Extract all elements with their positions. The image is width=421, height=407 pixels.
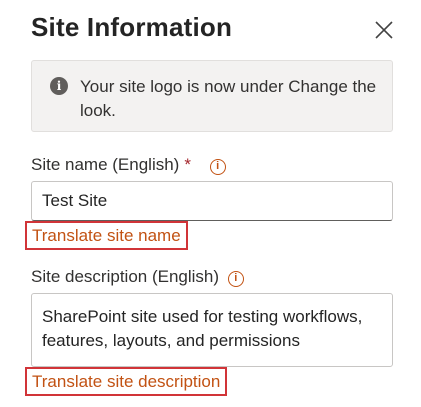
site-name-label: Site name (English) * i (31, 155, 226, 175)
close-button[interactable] (373, 19, 395, 41)
info-banner: i Your site logo is now under Change the… (31, 60, 393, 132)
site-description-label-text: Site description (English) (31, 267, 220, 286)
site-description-input[interactable]: SharePoint site used for testing workflo… (31, 293, 393, 367)
info-circle-icon[interactable]: i (227, 271, 244, 287)
translate-site-name-link[interactable]: Translate site name (25, 221, 188, 250)
required-indicator: * (184, 155, 191, 174)
site-description-label: Site description (English) i (31, 267, 244, 287)
panel-title: Site Information (31, 12, 233, 42)
translate-site-description-link[interactable]: Translate site description (25, 367, 228, 396)
info-circle-icon[interactable]: i (209, 159, 226, 175)
site-name-input[interactable]: Test Site (31, 181, 393, 221)
close-icon (375, 21, 393, 39)
site-name-label-text: Site name (English) (31, 155, 180, 174)
info-icon: i (50, 77, 68, 95)
info-banner-text: Your site logo is now under Change the l… (80, 77, 377, 120)
